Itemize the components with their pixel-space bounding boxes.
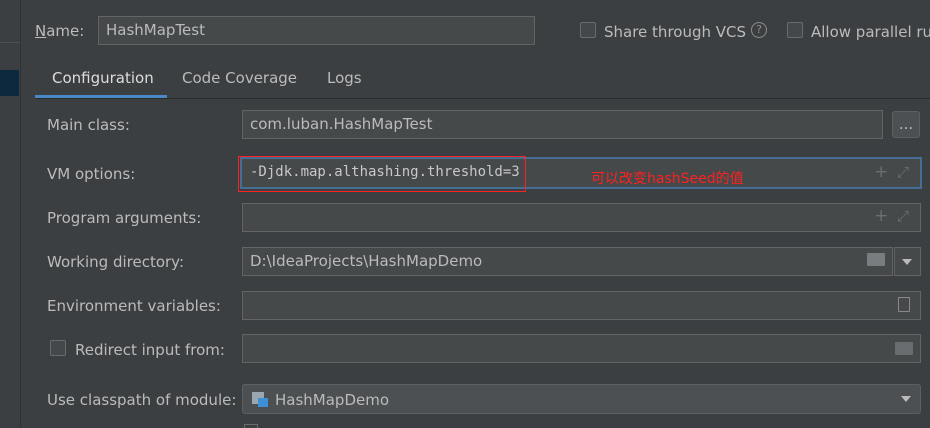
folder-icon[interactable] [867,253,885,266]
left-panel-divider [0,42,20,43]
classpath-module-value: HashMapDemo [275,391,390,409]
name-label-text: ame: [46,22,85,40]
redirect-input-checkbox[interactable] [50,340,66,356]
vm-options-value: -Djdk.map.althashing.threshold=3 [250,164,520,180]
env-vars-input[interactable] [242,291,921,320]
left-panel-selected-item[interactable] [0,70,19,96]
help-icon[interactable]: ? [751,22,767,38]
share-vcs-label: Share through VCS [604,23,747,41]
tab-separator [35,98,930,99]
name-label: Name: [35,22,85,40]
allow-parallel-label: Allow parallel ru [811,23,930,41]
tab-configuration[interactable]: Configuration [52,69,154,87]
env-vars-label: Environment variables: [47,297,221,315]
share-vcs-checkbox[interactable] [580,22,596,38]
working-dir-input[interactable]: D:\IdeaProjects\HashMapDemo [242,247,893,276]
expand-arrows-icon[interactable]: ⤢ [897,163,909,181]
folder-icon[interactable] [895,342,913,355]
expand-arrows-icon[interactable]: ⤢ [897,207,909,225]
working-dir-label: Working directory: [47,253,185,271]
cut-off-checkbox[interactable] [244,424,258,428]
tab-code-coverage[interactable]: Code Coverage [182,69,297,87]
redirect-input-field[interactable] [242,334,921,363]
plus-icon[interactable]: + [874,206,888,226]
program-args-input[interactable] [242,203,921,232]
browse-button[interactable]: ... [892,111,920,138]
module-icon [252,391,268,407]
vm-options-label: VM options: [47,165,136,183]
left-panel-strip [0,0,21,428]
main-class-label: Main class: [47,116,130,134]
allow-parallel-checkbox[interactable] [787,22,803,38]
annotation-text: 可以改变hashSeed的值 [591,171,744,187]
document-icon[interactable] [898,297,910,312]
plus-icon[interactable]: + [874,162,888,182]
classpath-module-label: Use classpath of module: [47,391,237,409]
name-input[interactable]: HashMapTest [98,16,535,45]
chevron-down-icon [901,396,911,402]
redirect-input-label: Redirect input from: [75,341,225,359]
main-class-input[interactable]: com.luban.HashMapTest [242,110,883,139]
tab-logs[interactable]: Logs [327,69,362,87]
chevron-down-icon [902,259,912,265]
program-args-label: Program arguments: [47,209,202,227]
